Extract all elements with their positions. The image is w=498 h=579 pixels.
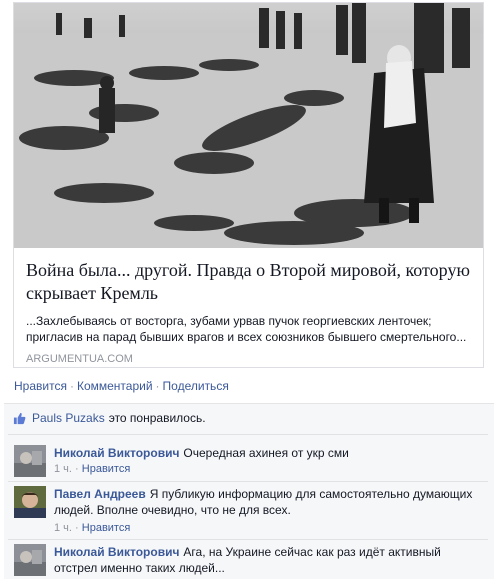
comment-item: Николай Викторович Ага, на Украине сейчас… (14, 544, 484, 579)
comment-button[interactable]: Комментарий (77, 379, 153, 393)
share-button[interactable]: Поделиться (163, 379, 229, 393)
action-separator: · (69, 379, 74, 393)
comments-divider (8, 434, 488, 435)
post-actions: Нравится · Комментарий · Поделиться (14, 379, 229, 393)
link-domain: ARGUMENTUA.COM (26, 353, 133, 365)
avatar[interactable] (14, 544, 46, 576)
comment-body: Николай Викторович Ага, на Украине сейчас… (54, 544, 484, 576)
shared-link-card[interactable]: Война была... другой. Правда о Второй ми… (13, 2, 484, 368)
comment-meta: 1 ч. · Нравится (54, 463, 130, 475)
action-separator: · (155, 379, 160, 393)
comment-like-link[interactable]: Нравится (82, 463, 131, 475)
comments-divider (8, 481, 488, 482)
avatar[interactable] (14, 486, 46, 518)
thumbs-up-icon (13, 412, 26, 424)
meta-separator: · (75, 522, 79, 534)
comment-item: Николай Викторович Очередная ахинея от ук… (14, 445, 484, 481)
comment-body: Николай Викторович Очередная ахинея от ук… (54, 445, 484, 461)
link-title[interactable]: Война была... другой. Правда о Второй ми… (26, 259, 471, 305)
meta-separator: · (75, 463, 79, 475)
link-description: ...Захлебываясь от восторга, зубами урва… (26, 314, 467, 344)
comment-author[interactable]: Николай Викторович (54, 446, 179, 460)
feed-post: Война была... другой. Правда о Второй ми… (0, 0, 498, 579)
avatar[interactable] (14, 445, 46, 477)
comment-like-link[interactable]: Нравится (82, 522, 131, 534)
comment-meta: 1 ч. · Нравится (54, 522, 130, 534)
comment-author[interactable]: Павел Андреев (54, 487, 146, 501)
link-preview-image[interactable] (14, 3, 483, 248)
comments-divider (8, 539, 488, 540)
like-button[interactable]: Нравится (14, 379, 67, 393)
comment-item: Павел Андреев Я публикую информацию для с… (14, 486, 484, 538)
comment-author[interactable]: Николай Викторович (54, 545, 179, 559)
comment-time[interactable]: 1 ч. (54, 522, 72, 534)
comment-text: Очередная ахинея от укр сми (183, 446, 349, 460)
link-card-body[interactable]: Война была... другой. Правда о Второй ми… (14, 249, 483, 367)
comment-time[interactable]: 1 ч. (54, 463, 72, 475)
likes-suffix: это понравилось. (108, 411, 206, 425)
likes-summary: Pauls Puzaks это понравилось. (13, 411, 206, 425)
liker-name[interactable]: Pauls Puzaks (32, 411, 105, 425)
comments-section: Pauls Puzaks это понравилось. Николай Ви… (4, 403, 494, 579)
comment-body: Павел Андреев Я публикую информацию для с… (54, 486, 484, 518)
